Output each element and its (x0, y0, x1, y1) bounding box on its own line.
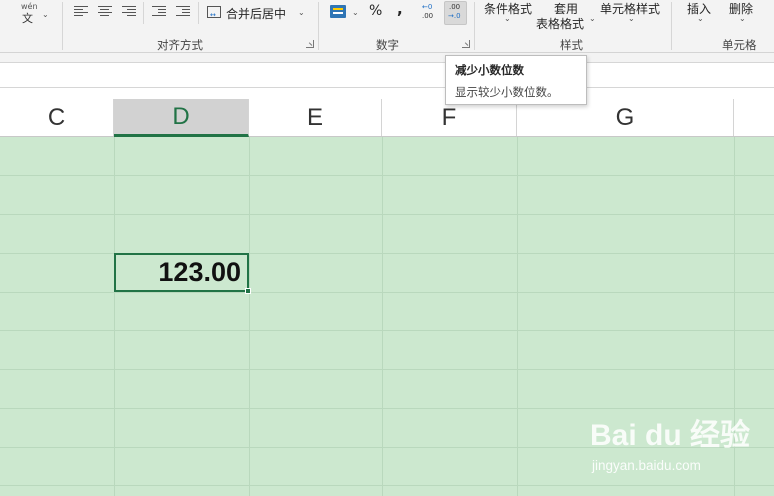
ribbon-separator (474, 2, 475, 50)
grid-line (0, 330, 774, 331)
watermark-url: jingyan.baidu.com (592, 458, 701, 473)
column-header-e[interactable]: E (249, 99, 382, 136)
grid-line (0, 292, 774, 293)
grid-line (249, 137, 250, 496)
grid-line (0, 485, 774, 486)
chevron-down-icon: ⌄ (589, 14, 596, 23)
decrease-decimal-button[interactable]: .00 →.0 (444, 1, 467, 25)
tooltip-description: 显示较少小数位数。 (455, 85, 559, 99)
active-cell[interactable]: 123.00 (114, 253, 249, 292)
increase-decimal-icon-bottom: .00 (422, 12, 434, 20)
ribbon-separator (318, 2, 319, 50)
alignment-group-label: 对齐方式 (157, 38, 203, 52)
merge-center-button[interactable]: ↔ 合并后居中 ⌄ (205, 3, 309, 23)
merge-center-label: 合并后居中 (226, 7, 287, 21)
accounting-format-button[interactable]: ⌄ (328, 3, 362, 23)
sheet-top-strip (0, 88, 774, 99)
watermark: Bai du 经验 jingyan.baidu.com (590, 410, 770, 490)
accounting-format-icon (330, 5, 346, 18)
cells-group-label: 单元格 (722, 38, 757, 52)
delete-button[interactable]: 删除 ⌄ (726, 0, 758, 32)
grid-line (114, 137, 115, 496)
align-left-icon[interactable] (74, 6, 88, 18)
grid-line (0, 369, 774, 370)
comma-style-button[interactable]: , (397, 0, 403, 18)
merge-center-icon: ↔ (207, 6, 221, 19)
grid-line (0, 408, 774, 409)
chevron-down-icon: ⌄ (298, 8, 305, 17)
ribbon-gap (0, 53, 774, 62)
grid-line (517, 137, 518, 496)
decrease-indent-icon[interactable] (152, 6, 166, 18)
number-dialog-launcher-icon[interactable] (462, 40, 470, 48)
decrease-decimal-icon-top: .00 (449, 3, 461, 11)
percent-style-button[interactable]: % (369, 3, 382, 19)
align-center-icon[interactable] (98, 6, 112, 18)
formula-bar-input[interactable] (0, 62, 774, 88)
increase-decimal-icon-top: ←0 (422, 3, 433, 11)
ribbon-separator (62, 2, 63, 50)
ribbon-separator (198, 2, 199, 24)
align-right-icon[interactable] (122, 6, 136, 18)
column-header-c[interactable]: C (0, 99, 114, 136)
cell-value: 123.00 (158, 257, 241, 287)
grid-line (734, 137, 735, 496)
chevron-down-icon: ⌄ (697, 14, 704, 23)
ribbon-separator (143, 2, 144, 24)
grid-line (382, 137, 383, 496)
cell-styles-button[interactable]: 单元格样式 ⌄ (598, 0, 664, 32)
chevron-down-icon: ⌄ (628, 14, 635, 23)
grid-line (0, 447, 774, 448)
decrease-decimal-icon-bottom: →.0 (448, 12, 461, 20)
format-as-table-button[interactable]: 套用 表格格式 ⌄ (533, 0, 599, 32)
tooltip-title: 减少小数位数 (455, 63, 524, 77)
increase-indent-icon[interactable] (176, 6, 190, 18)
chevron-down-icon: ⌄ (739, 14, 746, 23)
column-headers: C D E F G (0, 99, 774, 137)
decrease-decimal-tooltip: 减少小数位数 显示较少小数位数。 (445, 55, 587, 105)
insert-button[interactable]: 插入 ⌄ (684, 0, 716, 32)
chevron-down-icon: ⌄ (504, 14, 511, 23)
number-group-label: 数字 (376, 38, 399, 52)
styles-group-label: 样式 (560, 38, 583, 52)
column-header-d[interactable]: D (114, 99, 249, 137)
chevron-down-icon: ⌄ (352, 8, 359, 17)
conditional-format-button[interactable]: 条件格式 ⌄ (482, 0, 538, 32)
ribbon: wén 文 ⌄ ↔ 合并后居中 ⌄ 对齐方式 ⌄ % , ←0 .00 .00 … (0, 0, 774, 53)
fill-handle[interactable] (245, 288, 251, 294)
ribbon-separator (671, 2, 672, 50)
grid-line (0, 214, 774, 215)
grid-line (0, 175, 774, 176)
worksheet-grid[interactable]: 123.00 Bai du 经验 jingyan.baidu.com (0, 137, 774, 496)
alignment-dialog-launcher-icon[interactable] (306, 40, 314, 48)
increase-decimal-button[interactable]: ←0 .00 (419, 2, 441, 24)
column-header-h[interactable] (734, 99, 774, 136)
phonetic-guide-button[interactable]: wén 文 ⌄ (18, 2, 54, 32)
phonetic-char: 文 (22, 12, 33, 25)
chevron-down-icon: ⌄ (42, 10, 49, 19)
format-as-table-label-line2: 表格格式 (536, 17, 585, 31)
